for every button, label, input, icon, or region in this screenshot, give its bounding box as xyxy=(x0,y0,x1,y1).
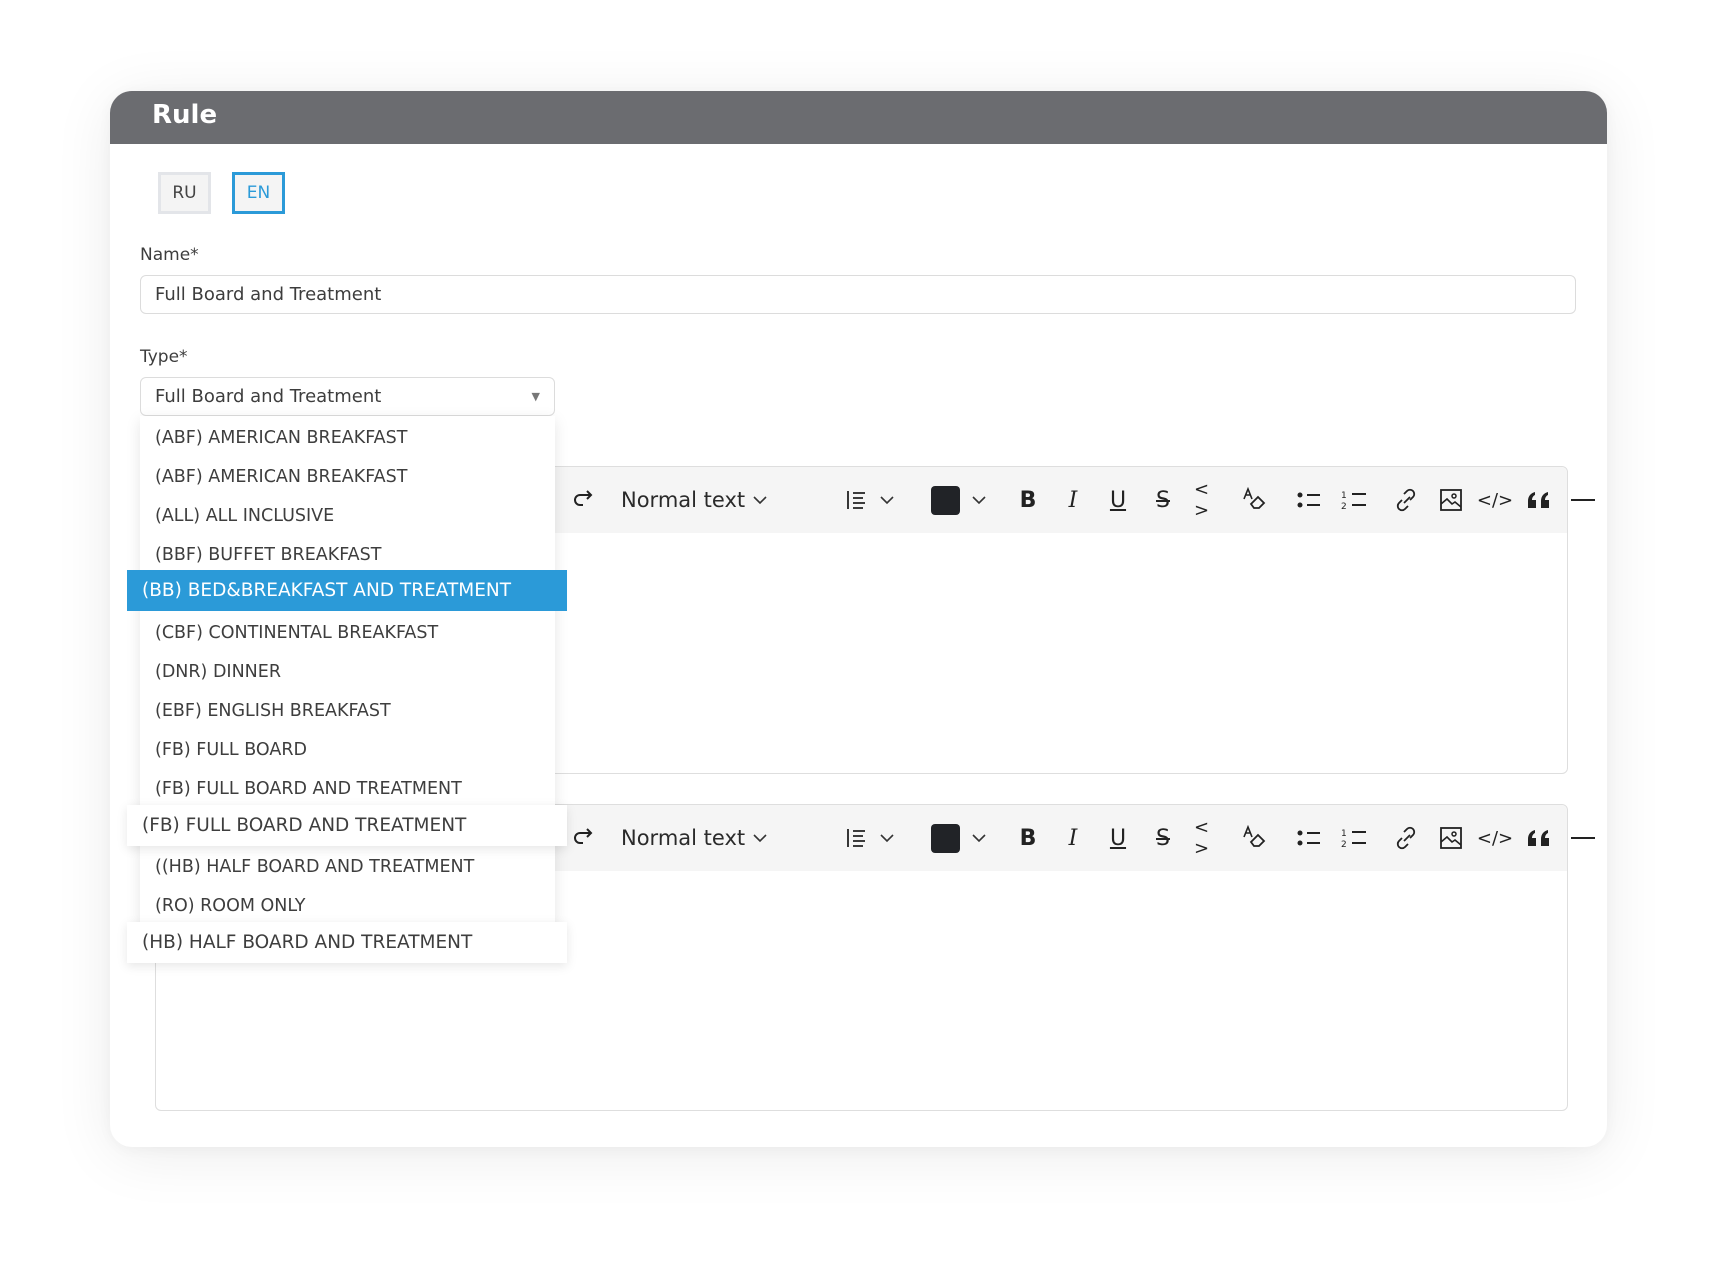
link-icon[interactable] xyxy=(1390,467,1422,533)
type-dropdown-list: (ABF) AMERICAN BREAKFAST (ABF) AMERICAN … xyxy=(140,416,555,936)
type-select-value: Full Board and Treatment xyxy=(155,386,382,407)
dropdown-option[interactable]: (DNR) DINNER xyxy=(140,652,555,691)
name-input[interactable]: Full Board and Treatment xyxy=(140,275,1576,314)
clear-format-icon[interactable] xyxy=(1239,467,1269,533)
text-color-select[interactable] xyxy=(931,805,986,871)
chevron-down-icon xyxy=(753,495,767,504)
svg-text:2: 2 xyxy=(1341,502,1347,511)
block-style-label: Normal text xyxy=(621,488,746,512)
dropdown-option-floating[interactable]: (HB) HALF BOARD AND TREATMENT xyxy=(127,922,567,963)
redo-icon[interactable] xyxy=(566,467,602,533)
dropdown-option-floating[interactable]: (FB) FULL BOARD AND TREATMENT xyxy=(127,805,567,846)
quote-icon[interactable] xyxy=(1524,467,1554,533)
bold-icon[interactable]: B xyxy=(1014,805,1042,871)
dropdown-option[interactable]: ((HB) HALF BOARD AND TREATMENT xyxy=(140,847,555,886)
block-style-select[interactable]: Normal text xyxy=(621,467,767,533)
card-title: Rule xyxy=(152,100,218,130)
card-header: Rule xyxy=(110,91,1607,144)
chevron-down-icon xyxy=(972,833,986,842)
align-select[interactable] xyxy=(846,805,894,871)
svg-text:1: 1 xyxy=(1341,829,1347,839)
type-select[interactable]: Full Board and Treatment ▼ xyxy=(140,377,555,416)
underline-icon[interactable]: U xyxy=(1104,805,1132,871)
strikethrough-icon[interactable]: S xyxy=(1149,805,1177,871)
align-icon xyxy=(847,829,865,847)
code-block-icon[interactable]: </> xyxy=(1477,467,1513,533)
chevron-down-icon xyxy=(880,833,894,842)
numbered-list-icon[interactable]: 12 xyxy=(1339,467,1369,533)
dropdown-option[interactable]: (EBF) ENGLISH BREAKFAST xyxy=(140,691,555,730)
dropdown-option[interactable]: (FB) FULL BOARD AND TREATMENT xyxy=(140,769,555,808)
clear-format-icon[interactable] xyxy=(1239,805,1269,871)
text-color-select[interactable] xyxy=(931,467,986,533)
name-label: Name* xyxy=(140,245,199,265)
dropdown-option[interactable]: (FB) FULL BOARD xyxy=(140,730,555,769)
block-style-select[interactable]: Normal text xyxy=(621,805,767,871)
chevron-down-icon xyxy=(880,495,894,504)
bullet-list-icon[interactable] xyxy=(1294,805,1324,871)
dropdown-option[interactable]: (BBF) BUFFET BREAKFAST xyxy=(140,535,555,574)
link-icon[interactable] xyxy=(1390,805,1422,871)
language-tab-en[interactable]: EN xyxy=(232,172,285,214)
image-icon[interactable] xyxy=(1437,805,1465,871)
svg-text:1: 1 xyxy=(1341,491,1347,501)
horizontal-rule-icon[interactable] xyxy=(1570,805,1596,871)
color-swatch xyxy=(931,485,960,515)
image-icon[interactable] xyxy=(1437,467,1465,533)
strikethrough-icon[interactable]: S xyxy=(1149,467,1177,533)
underline-icon[interactable]: U xyxy=(1104,467,1132,533)
chevron-down-icon xyxy=(972,495,986,504)
bold-icon[interactable]: B xyxy=(1014,467,1042,533)
italic-icon[interactable]: I xyxy=(1059,805,1087,871)
align-icon xyxy=(847,491,865,509)
block-style-label: Normal text xyxy=(621,826,746,850)
redo-icon[interactable] xyxy=(566,805,602,871)
type-label: Type* xyxy=(140,347,188,367)
bullet-list-icon[interactable] xyxy=(1294,467,1324,533)
dropdown-option[interactable]: (ALL) ALL INCLUSIVE xyxy=(140,496,555,535)
chevron-down-icon xyxy=(753,833,767,842)
color-swatch xyxy=(931,823,960,853)
dropdown-option[interactable]: (RO) ROOM ONLY xyxy=(140,886,555,925)
dropdown-option[interactable]: (ABF) AMERICAN BREAKFAST xyxy=(140,418,555,457)
dropdown-option[interactable]: (CBF) CONTINENTAL BREAKFAST xyxy=(140,613,555,652)
rule-card: Rule RU EN Name* Full Board and Treatmen… xyxy=(110,91,1607,1147)
inline-code-icon[interactable]: < > xyxy=(1194,467,1224,533)
italic-icon[interactable]: I xyxy=(1059,467,1087,533)
quote-icon[interactable] xyxy=(1524,805,1554,871)
name-input-value: Full Board and Treatment xyxy=(155,284,382,305)
align-select[interactable] xyxy=(846,467,894,533)
svg-text:2: 2 xyxy=(1341,840,1347,849)
dropdown-option[interactable]: (ABF) AMERICAN BREAKFAST xyxy=(140,457,555,496)
numbered-list-icon[interactable]: 12 xyxy=(1339,805,1369,871)
language-tab-ru[interactable]: RU xyxy=(158,172,211,214)
code-block-icon[interactable]: </> xyxy=(1477,805,1513,871)
dropdown-arrow-icon: ▼ xyxy=(531,390,540,403)
horizontal-rule-icon[interactable] xyxy=(1570,467,1596,533)
inline-code-icon[interactable]: < > xyxy=(1194,805,1224,871)
dropdown-option-highlighted[interactable]: (BB) BED&BREAKFAST AND TREATMENT xyxy=(127,570,567,611)
